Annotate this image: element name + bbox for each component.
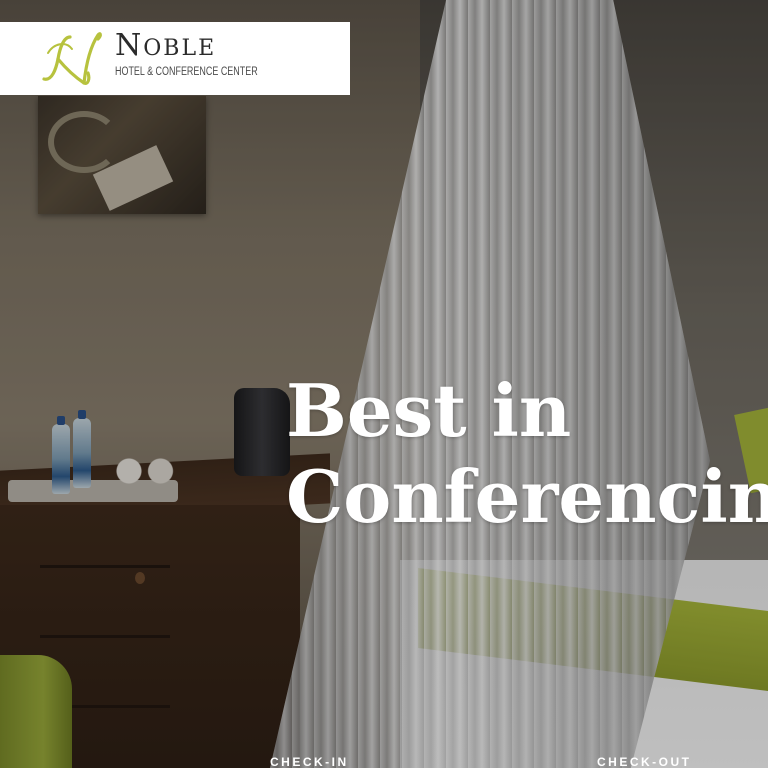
checkout-label[interactable]: CHECK-OUT <box>597 755 692 768</box>
checkin-label[interactable]: CHECK-IN <box>270 755 349 768</box>
logo-subtitle: HOTEL & CONFERENCE CENTER <box>115 66 258 78</box>
hero-headline-line1: Best in <box>286 368 572 453</box>
noble-monogram-icon <box>42 32 102 85</box>
hero-headline: Best in Conferencing <box>286 368 768 540</box>
site-logo-link[interactable]: NOBLE HOTEL & CONFERENCE CENTER <box>0 22 350 95</box>
logo-text: NOBLE HOTEL & CONFERENCE CENTER <box>115 28 298 79</box>
logo-name: NOBLE <box>115 28 217 63</box>
page: NOBLE HOTEL & CONFERENCE CENTER Best in … <box>0 0 768 768</box>
hero-headline-line2: Conferencing <box>286 454 768 539</box>
